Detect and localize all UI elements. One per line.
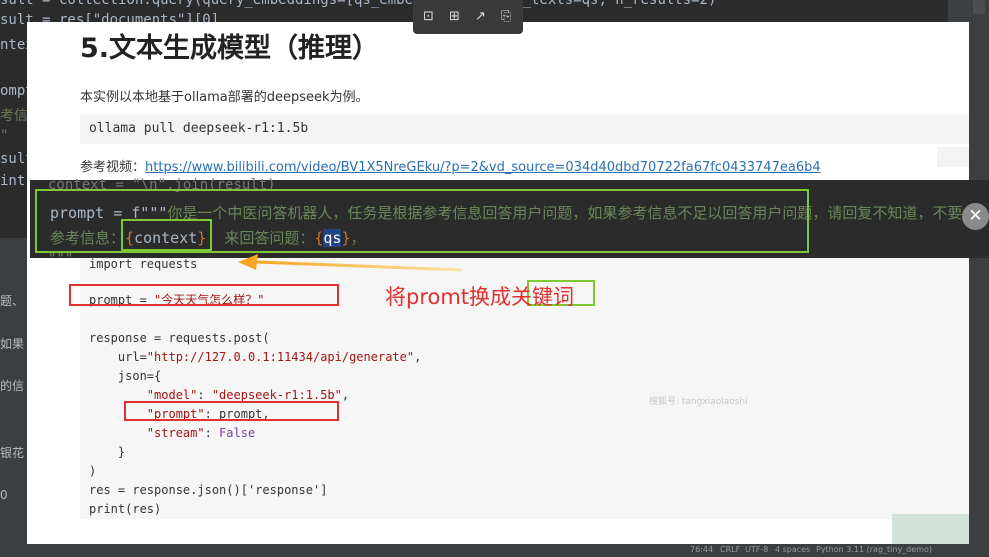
code-token: :	[204, 426, 220, 440]
line-ending[interactable]: CRLF	[720, 545, 740, 554]
panel-snippet: 的信	[0, 379, 25, 393]
panel-snippet: 题、	[0, 294, 25, 308]
side-tab[interactable]	[937, 147, 969, 167]
cursor-position[interactable]: 76:44	[690, 545, 713, 554]
ide-tool-tab[interactable]	[973, 0, 985, 14]
thumbnail[interactable]	[892, 514, 969, 544]
toolbar-icon[interactable]: ⊡	[423, 9, 434, 24]
code-token: ,	[341, 388, 350, 402]
code-string: "http://127.0.0.1:11434/api/generate"	[146, 350, 415, 364]
code-line: print(res)	[89, 502, 162, 516]
annotation-text-keyword: 关键词	[511, 285, 575, 309]
close-icon: ✕	[968, 206, 983, 226]
ide-code-line: sult = collection.query(query_embeddings…	[0, 0, 717, 8]
toolbar-icon[interactable]: ⊞	[449, 9, 460, 24]
annotation-box-prompt-var	[69, 284, 339, 306]
code-line: response = requests.post(	[89, 331, 270, 345]
indent-setting[interactable]: 4 spaces	[775, 545, 810, 554]
annotation-text: 将promt换成关键词	[385, 281, 574, 311]
code-string: "stream"	[146, 426, 205, 440]
code-line: url="http://127.0.0.1:11434/api/generate…	[89, 348, 421, 367]
install-command: ollama pull deepseek-r1:1.5b	[89, 121, 309, 136]
ide-status-bar: 76:44 CRLF UTF-8 4 spaces Python 3.11 (r…	[32, 544, 989, 557]
code-token: :	[197, 388, 212, 402]
page-title: 5.文本生成模型（推理）	[80, 33, 380, 64]
ide-code-line: "	[0, 128, 9, 144]
toolbar-icon[interactable]: ⎘	[501, 9, 511, 24]
overlay-tail: """	[48, 251, 74, 267]
watermark: 搜狐号: tangxiaolaoshi	[649, 397, 748, 407]
install-code-block: ollama pull deepseek-r1:1.5b	[80, 114, 969, 144]
code-token: url=	[89, 350, 147, 364]
annotation-box-prompt-key	[124, 401, 339, 421]
panel-snippet: 0	[0, 488, 8, 502]
code-line: json={	[89, 369, 162, 383]
file-encoding[interactable]: UTF-8	[745, 545, 768, 554]
intro-text: 本实例以本地基于ollama部署的deepseek为例。	[80, 90, 369, 105]
interpreter[interactable]: Python 3.11 (rag_tiny_demo)	[816, 545, 932, 554]
panel-snippet: 如果	[0, 337, 25, 351]
code-line: )	[89, 464, 97, 478]
annotation-text-main: 将promt换成	[385, 285, 512, 309]
code-line: res = response.json()['response']	[89, 483, 328, 497]
floating-toolbar: ⊡ ⊞ ↗ ⎘	[413, 0, 523, 34]
reference-line: 参考视频：https://www.bilibili.com/video/BV1X…	[80, 156, 821, 175]
code-token: ,	[414, 350, 422, 364]
code-line: "stream": False	[89, 424, 255, 443]
toolbar-icon[interactable]: ↗	[475, 9, 486, 24]
code-string: "deepseek-r1:1.5b"	[211, 388, 342, 402]
reference-label: 参考视频：	[80, 160, 146, 175]
close-button[interactable]: ✕	[962, 203, 989, 230]
panel-snippet: 银花	[0, 446, 25, 460]
code-line: }	[89, 445, 126, 459]
code-string: "model"	[146, 388, 198, 402]
reference-link[interactable]: https://www.bilibili.com/video/BV1X5NreG…	[145, 160, 821, 175]
code-keyword: False	[219, 426, 256, 440]
annotation-box-context	[121, 219, 212, 251]
